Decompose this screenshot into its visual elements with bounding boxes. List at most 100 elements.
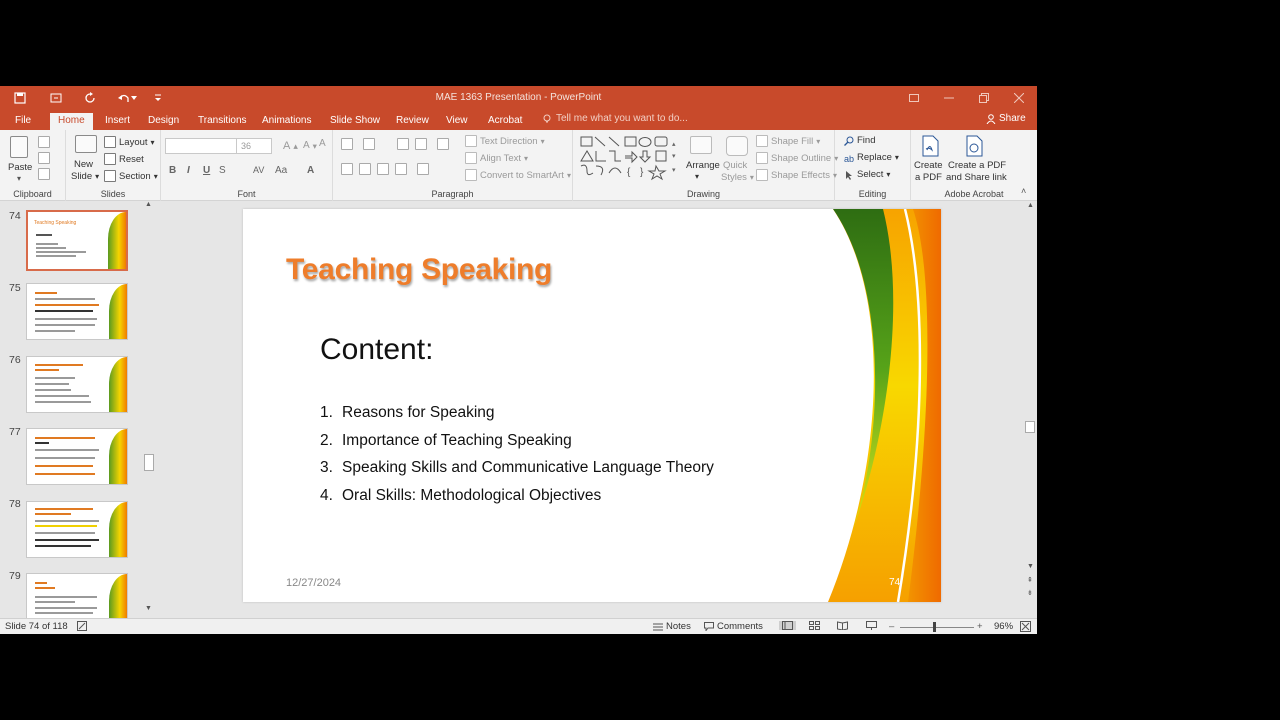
scroll-down-icon[interactable]: ▼ <box>1027 563 1034 570</box>
share-pdf-label-1[interactable]: Create a PDF <box>948 160 1006 171</box>
scroll-down-icon[interactable]: ▼ <box>145 605 152 612</box>
tab-transitions[interactable]: Transitions <box>196 113 249 130</box>
pdf-share-icon[interactable] <box>964 135 984 157</box>
quick-styles-icon[interactable] <box>726 136 748 156</box>
create-pdf-label-1[interactable]: Create <box>914 160 943 171</box>
share-pdf-label-2[interactable]: and Share link <box>946 172 1007 183</box>
align-left-icon[interactable] <box>341 163 353 175</box>
pdf-icon[interactable] <box>920 135 940 157</box>
slideshow-button[interactable] <box>866 621 877 630</box>
clear-format-icon[interactable]: A <box>319 138 326 149</box>
text-direction-button[interactable]: Text Direction ▾ <box>465 135 545 147</box>
tab-insert[interactable]: Insert <box>103 113 132 130</box>
shapes-scroll-down-icon[interactable]: ▾ <box>672 152 676 160</box>
italic-button[interactable]: I <box>187 165 190 176</box>
slide-title[interactable]: Teaching Speaking <box>286 253 552 287</box>
increase-indent-icon[interactable] <box>415 138 427 150</box>
slide-scrollbar[interactable]: ▲ ▼ ⇞ ⇟ <box>1024 201 1037 618</box>
tab-design[interactable]: Design <box>146 113 181 130</box>
change-case-button[interactable]: Aa <box>275 165 287 176</box>
new-slide-label-2[interactable]: Slide ▾ <box>71 171 99 182</box>
accessibility-icon[interactable] <box>77 621 87 631</box>
slide-sorter-button[interactable] <box>809 621 820 630</box>
tab-home[interactable]: Home <box>50 113 93 130</box>
numbering-icon[interactable] <box>363 138 375 150</box>
new-slide-label-1[interactable]: New <box>74 159 93 170</box>
cut-icon[interactable] <box>38 136 50 148</box>
tab-view[interactable]: View <box>444 113 470 130</box>
normal-view-button[interactable] <box>779 621 796 630</box>
shape-fill-button[interactable]: Shape Fill ▾ <box>756 135 820 147</box>
replace-button[interactable]: ab Replace ▾ <box>844 152 899 163</box>
arrange-button[interactable]: Arrange <box>686 160 720 171</box>
paste-button[interactable]: Paste <box>8 162 32 173</box>
smartart-button[interactable]: Convert to SmartArt ▾ <box>465 169 571 181</box>
scroll-thumb[interactable] <box>1025 421 1035 433</box>
notes-button[interactable]: Notes <box>653 621 691 632</box>
reset-button[interactable]: Reset <box>104 153 144 165</box>
align-text-button[interactable]: Align Text ▾ <box>465 152 528 164</box>
decrease-indent-icon[interactable] <box>397 138 409 150</box>
reading-view-button[interactable] <box>837 621 848 630</box>
create-pdf-label-2[interactable]: a PDF <box>915 172 942 183</box>
zoom-slider[interactable] <box>900 627 974 628</box>
increase-font-icon[interactable]: A ▴ <box>283 140 298 152</box>
slide-thumbnail-79[interactable] <box>26 573 128 618</box>
bullets-icon[interactable] <box>341 138 353 150</box>
current-slide[interactable]: Teaching Speaking Content: 1. Reasons for… <box>243 209 941 602</box>
close-icon[interactable] <box>1008 89 1030 107</box>
section-button[interactable]: Section ▾ <box>104 170 158 182</box>
char-spacing-button[interactable]: AV <box>253 165 264 175</box>
slide-thumbnail-74[interactable]: Teaching Speaking <box>26 210 128 271</box>
font-name-box[interactable] <box>165 138 239 154</box>
minimize-icon[interactable] <box>938 89 960 107</box>
columns-icon[interactable] <box>417 163 429 175</box>
tell-me-search[interactable]: Tell me what you want to do... <box>542 113 688 124</box>
fit-slide-button[interactable] <box>1020 621 1031 632</box>
shapes-gallery[interactable]: {} <box>579 135 683 183</box>
scroll-thumb[interactable] <box>144 454 154 471</box>
content-list[interactable]: 1. Reasons for Speaking 2. Importance of T… <box>320 404 714 514</box>
scroll-up-icon[interactable]: ▲ <box>1027 202 1034 209</box>
underline-button[interactable]: U <box>203 165 210 176</box>
layout-button[interactable]: Layout ▾ <box>104 136 155 148</box>
justify-icon[interactable] <box>395 163 407 175</box>
slide-thumbnail-76[interactable] <box>26 356 128 413</box>
slide-thumbnail-77[interactable] <box>26 428 128 485</box>
quick-styles-label-1[interactable]: Quick <box>723 160 747 171</box>
ribbon-display-icon[interactable] <box>903 89 925 107</box>
shape-effects-button[interactable]: Shape Effects ▾ <box>756 169 837 181</box>
zoom-level[interactable]: 96% <box>994 621 1013 632</box>
tab-review[interactable]: Review <box>394 113 431 130</box>
decrease-font-icon[interactable]: A ▾ <box>303 140 317 151</box>
shapes-scroll-up-icon[interactable]: ▴ <box>672 140 676 148</box>
tab-slide-show[interactable]: Slide Show <box>328 113 382 130</box>
paste-dropdown-icon[interactable]: ▾ <box>17 174 21 183</box>
zoom-in-button[interactable]: + <box>977 621 983 632</box>
copy-icon[interactable] <box>38 152 50 164</box>
select-button[interactable]: Select ▾ <box>844 169 890 180</box>
next-slide-icon[interactable]: ⇟ <box>1027 589 1033 597</box>
slide-thumbnail-75[interactable] <box>26 283 128 340</box>
slide-thumbnail-78[interactable] <box>26 501 128 558</box>
slide-subtitle[interactable]: Content: <box>320 333 433 367</box>
find-button[interactable]: Find <box>844 135 875 146</box>
arrange-icon[interactable] <box>690 136 712 154</box>
thumbnail-scrollbar[interactable]: ▲ ▼ <box>143 201 155 618</box>
tab-acrobat[interactable]: Acrobat <box>486 113 524 130</box>
paste-icon[interactable] <box>10 136 28 158</box>
align-right-icon[interactable] <box>377 163 389 175</box>
font-size-box[interactable]: 36 <box>236 138 272 154</box>
collapse-ribbon-icon[interactable]: ˄ <box>1021 186 1026 196</box>
zoom-slider-thumb[interactable] <box>933 622 936 632</box>
comments-button[interactable]: Comments <box>704 621 763 632</box>
line-spacing-icon[interactable] <box>437 138 449 150</box>
new-slide-icon[interactable] <box>75 135 97 153</box>
bold-button[interactable]: B <box>169 165 176 176</box>
text-shadow-button[interactable]: S <box>219 165 226 176</box>
zoom-out-button[interactable]: – <box>889 621 894 632</box>
font-color-button[interactable]: A <box>307 165 314 176</box>
arrange-dropdown-icon[interactable]: ▾ <box>695 172 699 181</box>
align-center-icon[interactable] <box>359 163 371 175</box>
share-button[interactable]: Share <box>986 113 1026 124</box>
